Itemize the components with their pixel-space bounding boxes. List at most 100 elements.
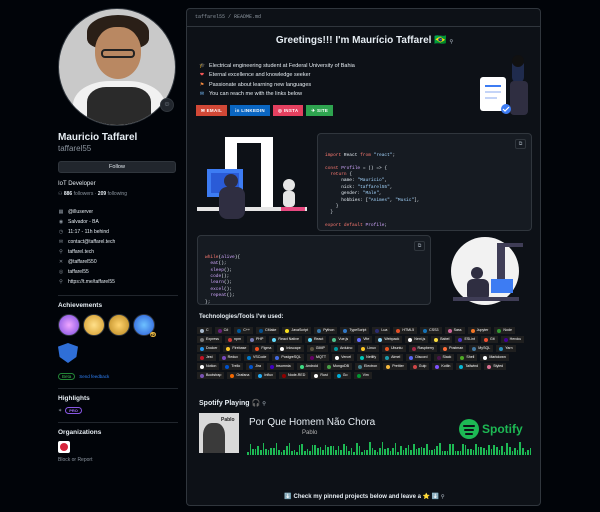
tech-logo-icon: [484, 337, 489, 342]
tech-badge: Vercel: [332, 354, 355, 361]
contact-badge-1[interactable]: ✉ EMAIL: [196, 105, 228, 116]
link-icon: ⚲: [59, 249, 63, 255]
following-label[interactable]: following: [108, 191, 127, 197]
tech-badge: Netlify: [357, 354, 380, 361]
profile-detail-text[interactable]: contact@taffarel.tech: [68, 239, 115, 245]
profile-detail-item[interactable]: ◎ taffarel55: [58, 267, 178, 277]
profile-detail-item[interactable]: ✉ contact@taffarel.tech: [58, 237, 178, 247]
achievement-badge[interactable]: [83, 314, 105, 336]
tech-badge-label: Vim: [362, 373, 369, 377]
block-report-link[interactable]: Block or Report: [58, 457, 178, 463]
tech-logo-icon: [396, 328, 401, 333]
spotify-wordmark: Spotify: [482, 422, 523, 436]
profile-details: ▦ @illuserver ◉ Salvador - BA ◷ 11:17 - 11h b…: [58, 207, 178, 287]
tech-badge: Vite: [354, 336, 373, 343]
tech-badge-label: ESLint: [464, 337, 476, 341]
send-feedback-link[interactable]: Send feedback: [79, 374, 109, 379]
tech-badge: MongoDB: [324, 363, 353, 370]
contact-badge-2[interactable]: in LINKEDIN: [230, 105, 270, 116]
waveform-bar: [384, 449, 387, 455]
tech-badge-label: Bootstrap: [206, 373, 222, 377]
followers-count[interactable]: 886: [64, 191, 72, 197]
following-count[interactable]: 209: [98, 191, 106, 197]
waveform-bar: [304, 450, 306, 455]
code-token: ,: [384, 178, 388, 184]
achievement-badge[interactable]: x2: [133, 314, 156, 337]
waveform-bar: [288, 442, 291, 455]
tech-logo-icon: [309, 355, 314, 360]
waveform-bar: [252, 448, 254, 455]
profile-detail-item[interactable]: ✕ @taffarel550: [58, 257, 178, 267]
tech-logo-icon: [226, 346, 231, 351]
contact-badge-3[interactable]: ◎ INSTA: [272, 105, 304, 116]
copy-icon[interactable]: ⧉: [414, 241, 425, 251]
code-token: ;: [392, 152, 396, 158]
bullet-emoji-icon: ❤: [199, 72, 205, 79]
waveform-bar: [335, 450, 337, 455]
waveform-bar: [400, 446, 402, 455]
achievements-title[interactable]: Achievements: [58, 302, 178, 309]
tech-logo-icon: [332, 337, 337, 342]
waveform-bar: [355, 442, 358, 455]
anchor-link-icon[interactable]: ⚲: [441, 494, 445, 500]
contact-badge-4[interactable]: ✈ SITE: [306, 105, 334, 116]
anchor-link-icon[interactable]: ⚲: [449, 39, 453, 45]
tech-logo-icon: [200, 346, 204, 351]
intro-item: ❤ Eternal excellence and knowledge seeker: [199, 71, 355, 81]
profile-detail-text[interactable]: https://t.me/taffarel55: [68, 279, 115, 285]
follow-button[interactable]: Follow: [58, 161, 176, 173]
tech-badge: React Native: [269, 336, 302, 343]
waveform-bar: [275, 442, 278, 455]
spotify-now-playing[interactable]: Pablo Por Que Homem Não Chora Pablo Spot…: [197, 411, 532, 461]
profile-detail-text[interactable]: @taffarel550: [68, 259, 97, 265]
profile-detail-text[interactable]: taffarel.tech: [68, 249, 94, 255]
tech-badge: Inkscape: [277, 345, 304, 352]
waveform-bar: [340, 449, 342, 455]
tech-badge-label: PostgreSQL: [281, 355, 301, 359]
waveform-bar: [283, 450, 285, 455]
waveform-bar: [270, 448, 272, 455]
tech-badge-label: Next.js: [414, 337, 426, 341]
organization-avatar[interactable]: [58, 441, 70, 453]
tech-badge: npm: [224, 336, 244, 343]
tech-badge-label: Ubuntu: [390, 346, 403, 350]
waveform-bar: [330, 446, 332, 455]
waveform-bar: [332, 446, 335, 455]
spotify-logo: Spotify: [459, 419, 523, 439]
tech-logo-icon: [503, 337, 508, 342]
code-token: Profile: [341, 165, 363, 171]
tech-badge-label: MQTT: [315, 355, 327, 359]
waveform-bar: [444, 451, 446, 455]
profile-detail-item[interactable]: ⚲ taffarel.tech: [58, 247, 178, 257]
tech-logo-icon: [357, 337, 362, 342]
tech-badge: CMake: [256, 327, 280, 334]
tech-badge-label: Atmel: [391, 355, 401, 359]
tech-logo-icon: [409, 355, 414, 360]
spotify-title-text: Spotify Playing 🎧: [199, 400, 261, 407]
waveform-bar: [371, 447, 374, 455]
profile-detail-item[interactable]: ⚲ https://t.me/taffarel55: [58, 277, 178, 287]
followers-label[interactable]: followers: [74, 191, 94, 197]
waveform-bar: [454, 451, 457, 455]
code-token: ();: [218, 261, 227, 267]
tech-badge-label: Go: [342, 373, 348, 377]
status-emoji-icon[interactable]: ☺: [160, 98, 174, 112]
anchor-link-icon[interactable]: ⚲: [262, 401, 266, 407]
waveform-bar: [477, 446, 480, 455]
tech-badge-label: Lua: [381, 328, 388, 332]
tech-badge: Prettier: [383, 363, 407, 370]
divider: [58, 422, 178, 423]
tech-badge-label: Influx: [264, 373, 273, 377]
waveform-bar: [262, 443, 265, 455]
achievement-badge[interactable]: [58, 314, 80, 336]
tech-badge-label: Insomnia: [276, 364, 291, 368]
profile-detail-text[interactable]: taffarel55: [68, 269, 89, 275]
waveform-bar: [470, 449, 472, 455]
copy-icon[interactable]: ⧉: [515, 139, 526, 149]
shield-icon[interactable]: [58, 343, 78, 363]
tech-badges: C C# C++ CMake JavaScript Python TypeScript Lua…: [197, 327, 531, 379]
waveform-bar: [337, 446, 340, 455]
achievement-badge[interactable]: [108, 314, 130, 336]
avatar[interactable]: [58, 8, 176, 126]
waveform-bar: [319, 447, 322, 455]
